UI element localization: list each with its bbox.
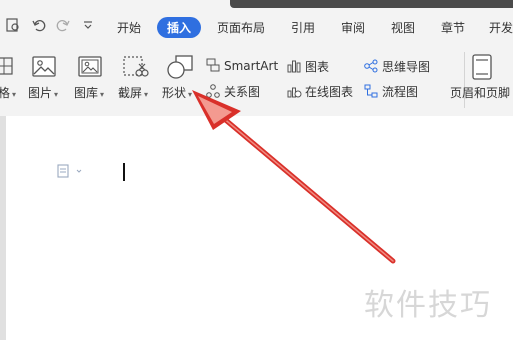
annotation-arrow-icon: [192, 90, 396, 264]
